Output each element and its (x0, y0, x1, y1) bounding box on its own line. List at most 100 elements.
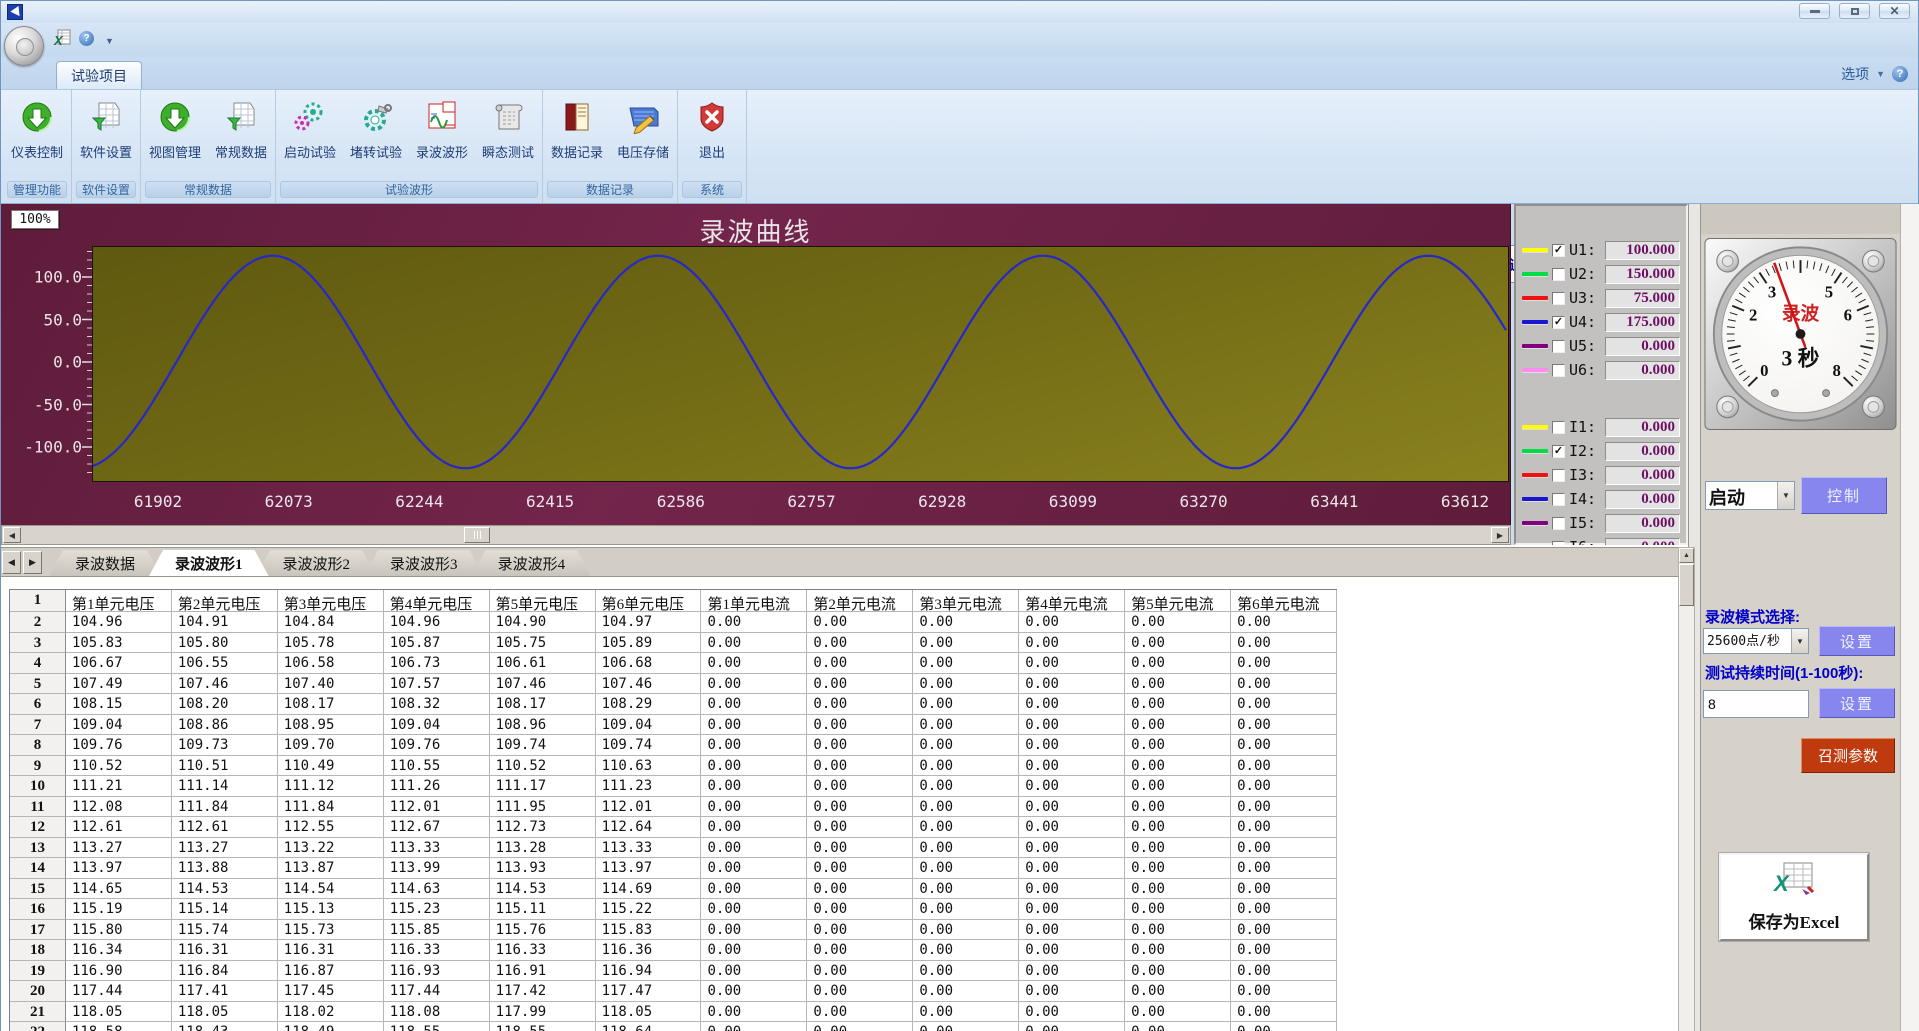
set-duration-button[interactable]: 设置 (1819, 688, 1895, 718)
data-cell[interactable]: 0.00 (1019, 633, 1125, 654)
channel-checkbox[interactable] (1552, 268, 1565, 281)
data-cell[interactable]: 116.91 (490, 961, 596, 982)
data-cell[interactable]: 111.84 (172, 797, 278, 818)
column-header-cell[interactable]: 第2单元电压 (172, 590, 278, 612)
data-cell[interactable]: 112.61 (66, 817, 172, 838)
data-cell[interactable]: 0.00 (913, 817, 1019, 838)
data-cell[interactable]: 105.75 (490, 633, 596, 654)
data-cell[interactable]: 116.36 (596, 940, 702, 961)
data-cell[interactable]: 0.00 (1019, 1022, 1125, 1031)
data-cell[interactable]: 104.90 (490, 612, 596, 633)
ribbon-button[interactable]: 启动试验 (279, 98, 341, 161)
data-cell[interactable]: 0.00 (1019, 776, 1125, 797)
data-cell[interactable]: 111.12 (278, 776, 384, 797)
column-header-cell[interactable]: 第1单元电压 (66, 590, 172, 612)
data-cell[interactable]: 116.90 (66, 961, 172, 982)
data-cell[interactable]: 0.00 (1019, 838, 1125, 859)
data-cell[interactable]: 106.68 (596, 653, 702, 674)
data-cell[interactable]: 107.57 (384, 674, 490, 695)
data-cell[interactable]: 0.00 (1231, 612, 1337, 633)
data-cell[interactable]: 0.00 (807, 899, 913, 920)
data-cell[interactable]: 0.00 (913, 735, 1019, 756)
data-cell[interactable]: 104.97 (596, 612, 702, 633)
data-cell[interactable]: 0.00 (1125, 735, 1231, 756)
column-header-cell[interactable]: 第2单元电流 (807, 590, 913, 612)
data-cell[interactable]: 0.00 (701, 694, 807, 715)
data-cell[interactable]: 118.55 (490, 1022, 596, 1031)
data-cell[interactable]: 0.00 (913, 858, 1019, 879)
data-cell[interactable]: 0.00 (1231, 961, 1337, 982)
data-cell[interactable]: 113.28 (490, 838, 596, 859)
column-header-cell[interactable]: 第3单元电压 (278, 590, 384, 612)
data-cell[interactable]: 0.00 (1125, 940, 1231, 961)
right-scrollbar[interactable] (1900, 204, 1919, 1031)
data-cell[interactable]: 0.00 (1019, 879, 1125, 900)
data-cell[interactable]: 0.00 (1019, 920, 1125, 941)
data-cell[interactable]: 108.17 (278, 694, 384, 715)
data-cell[interactable]: 0.00 (1231, 633, 1337, 654)
data-cell[interactable]: 106.67 (66, 653, 172, 674)
data-cell[interactable]: 0.00 (807, 694, 913, 715)
data-cell[interactable]: 0.00 (701, 961, 807, 982)
data-cell[interactable]: 111.17 (490, 776, 596, 797)
data-cell[interactable]: 0.00 (913, 715, 1019, 736)
data-cell[interactable]: 115.83 (596, 920, 702, 941)
data-cell[interactable]: 0.00 (701, 653, 807, 674)
data-cell[interactable]: 113.88 (172, 858, 278, 879)
data-cell[interactable]: 0.00 (807, 612, 913, 633)
data-cell[interactable]: 115.11 (490, 899, 596, 920)
data-cell[interactable]: 109.04 (384, 715, 490, 736)
data-cell[interactable]: 108.86 (172, 715, 278, 736)
channel-checkbox[interactable]: ✓ (1552, 244, 1565, 257)
data-cell[interactable]: 109.04 (66, 715, 172, 736)
ribbon-button[interactable]: 常规数据 (210, 98, 272, 161)
data-cell[interactable]: 114.63 (384, 879, 490, 900)
data-cell[interactable]: 0.00 (1125, 858, 1231, 879)
data-cell[interactable]: 0.00 (913, 981, 1019, 1002)
data-cell[interactable]: 0.00 (1019, 817, 1125, 838)
data-cell[interactable]: 114.69 (596, 879, 702, 900)
data-cell[interactable]: 0.00 (1231, 735, 1337, 756)
data-cell[interactable]: 0.00 (1231, 1002, 1337, 1023)
data-cell[interactable]: 118.02 (278, 1002, 384, 1023)
data-cell[interactable]: 110.49 (278, 756, 384, 777)
data-cell[interactable]: 106.61 (490, 653, 596, 674)
data-cell[interactable]: 0.00 (913, 961, 1019, 982)
sheet-tab[interactable]: 录波波形4 (472, 550, 592, 576)
data-cell[interactable]: 0.00 (701, 674, 807, 695)
data-cell[interactable]: 0.00 (807, 1022, 913, 1031)
data-cell[interactable]: 118.05 (596, 1002, 702, 1023)
data-cell[interactable]: 0.00 (1231, 674, 1337, 695)
data-cell[interactable]: 0.00 (1231, 920, 1337, 941)
channel-checkbox[interactable] (1552, 469, 1565, 482)
data-cell[interactable]: 116.31 (172, 940, 278, 961)
data-cell[interactable]: 0.00 (1019, 1002, 1125, 1023)
data-cell[interactable]: 112.01 (384, 797, 490, 818)
data-cell[interactable]: 0.00 (1125, 961, 1231, 982)
data-cell[interactable]: 0.00 (1231, 879, 1337, 900)
data-cell[interactable]: 0.00 (913, 838, 1019, 859)
data-cell[interactable]: 0.00 (1125, 694, 1231, 715)
data-cell[interactable]: 114.65 (66, 879, 172, 900)
data-cell[interactable]: 0.00 (807, 633, 913, 654)
data-cell[interactable]: 0.00 (701, 1002, 807, 1023)
data-cell[interactable]: 0.00 (1231, 776, 1337, 797)
data-cell[interactable]: 0.00 (1019, 756, 1125, 777)
data-cell[interactable]: 0.00 (701, 899, 807, 920)
data-cell[interactable]: 117.47 (596, 981, 702, 1002)
column-header-cell[interactable]: 第4单元电压 (384, 590, 490, 612)
dropdown-arrow-icon[interactable]: ▼ (1777, 482, 1794, 509)
data-cell[interactable]: 0.00 (1125, 879, 1231, 900)
data-cell[interactable]: 113.97 (596, 858, 702, 879)
ribbon-button[interactable]: 电压存储 (612, 98, 674, 161)
ribbon-button[interactable]: 退出 (681, 98, 743, 161)
table-vertical-scrollbar[interactable]: ▲ (1678, 547, 1695, 1031)
data-cell[interactable]: 115.13 (278, 899, 384, 920)
data-cell[interactable]: 115.80 (66, 920, 172, 941)
data-cell[interactable]: 106.73 (384, 653, 490, 674)
data-cell[interactable]: 0.00 (1019, 961, 1125, 982)
data-cell[interactable]: 0.00 (1231, 838, 1337, 859)
column-header-cell[interactable]: 第3单元电流 (913, 590, 1019, 612)
data-cell[interactable]: 0.00 (1125, 633, 1231, 654)
ribbon-button[interactable]: 瞬态测试 (477, 98, 539, 161)
